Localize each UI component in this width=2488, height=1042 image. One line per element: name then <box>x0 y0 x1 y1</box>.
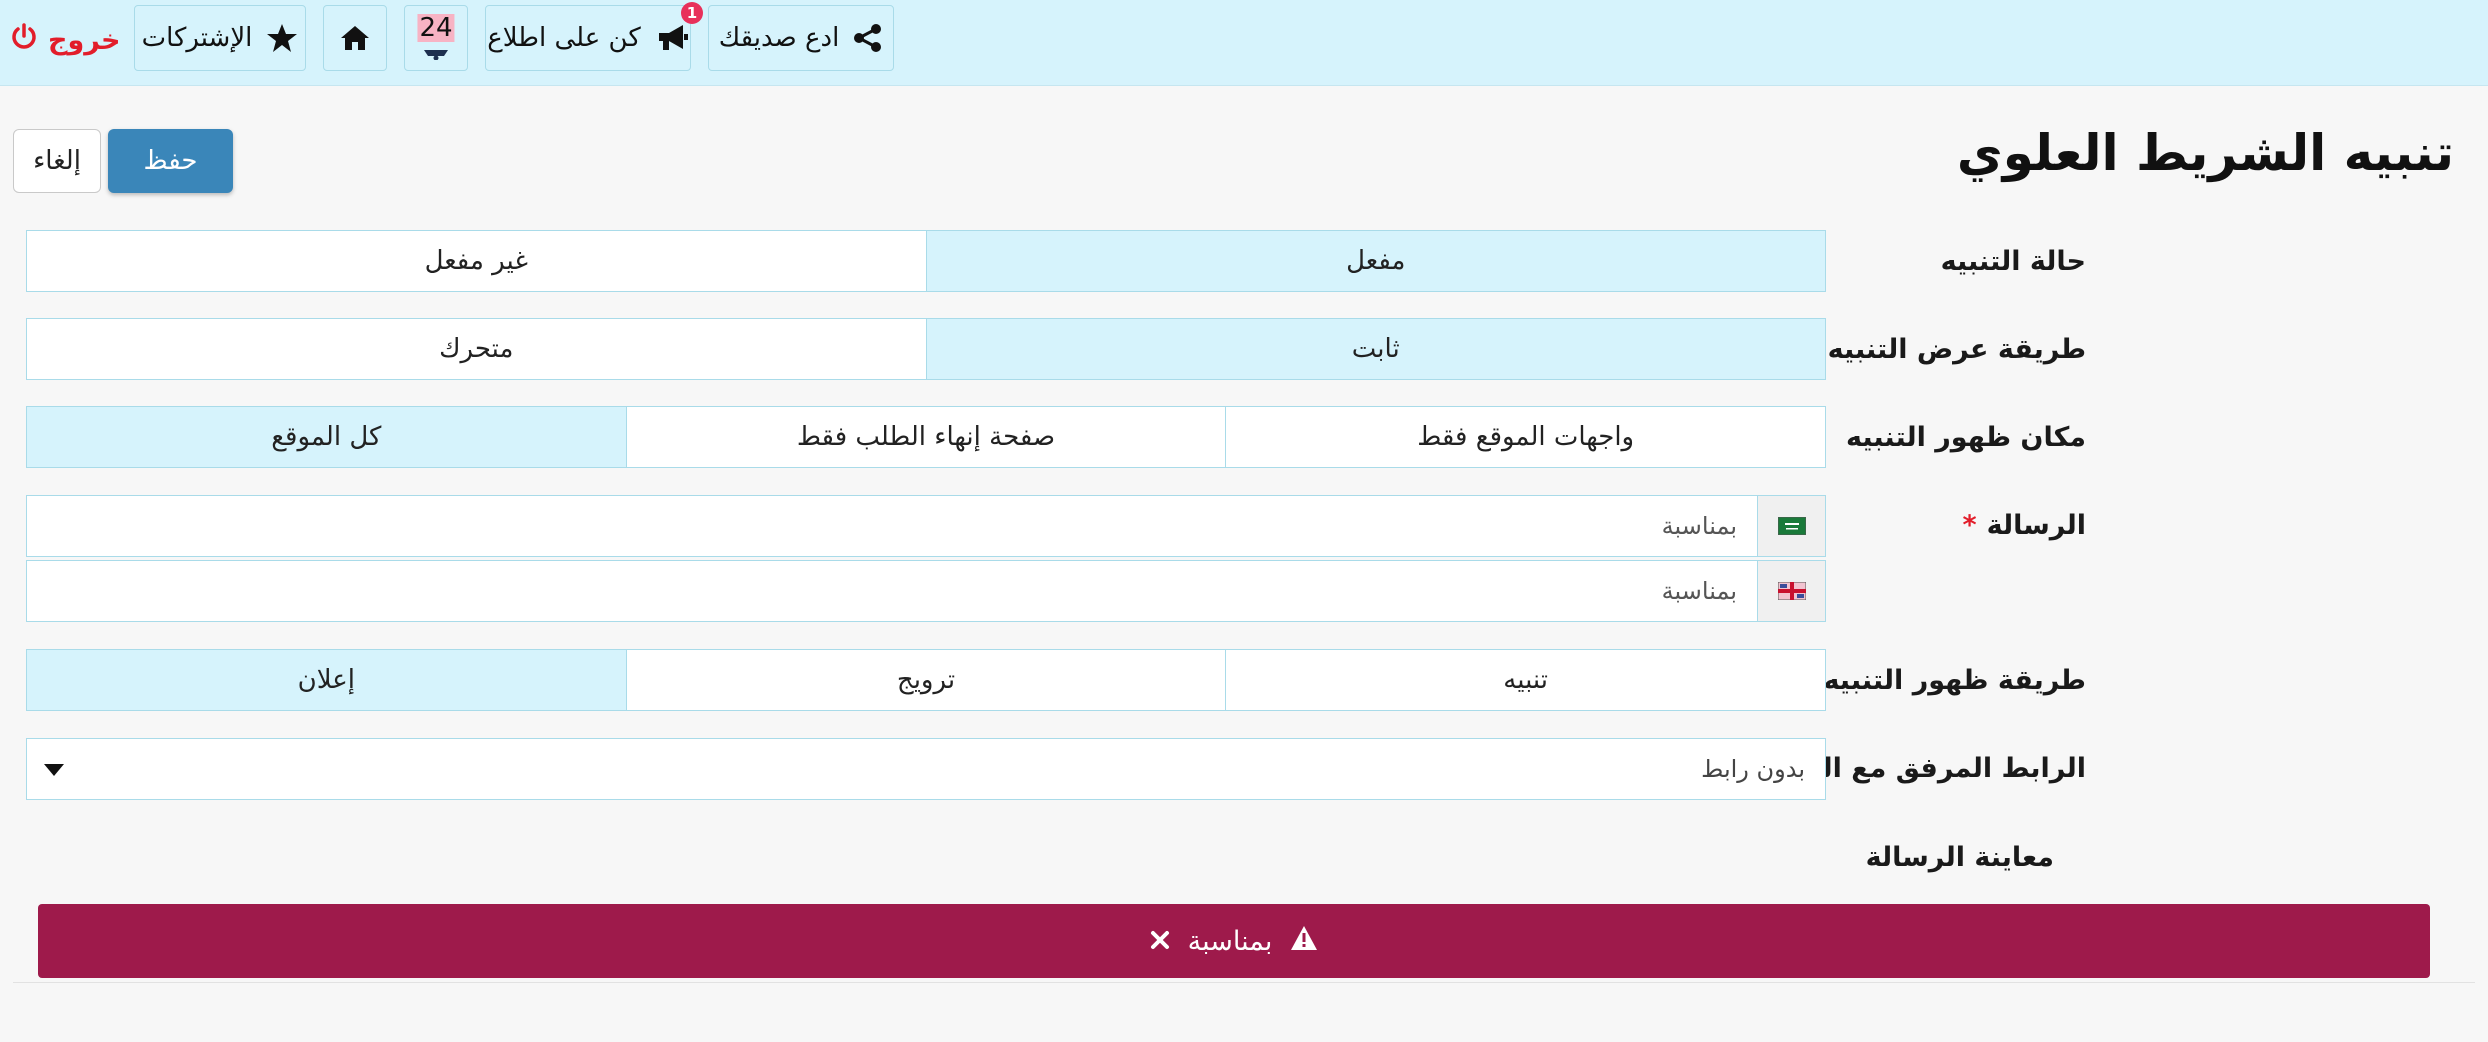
display-method-option-moving[interactable]: متحرك <box>27 319 926 379</box>
subscriptions-button[interactable]: الإشتركات <box>134 5 306 71</box>
bottom-divider <box>13 982 2475 983</box>
logout-button[interactable]: خروج <box>10 10 121 70</box>
message-english-input[interactable] <box>27 561 1757 621</box>
display-method-option-fixed[interactable]: ثابت <box>925 319 1825 379</box>
power-icon <box>10 22 38 58</box>
preview-label: معاينة الرسالة <box>1865 842 2054 873</box>
appearance-toggle: تنبيه ترويج إعلان <box>26 649 1826 711</box>
close-icon[interactable] <box>1150 926 1170 957</box>
placement-option-checkout[interactable]: صفحة إنهاء الطلب فقط <box>625 407 1226 467</box>
appearance-option-promotion[interactable]: ترويج <box>625 650 1226 710</box>
cancel-button[interactable]: إلغاء <box>13 129 101 193</box>
placement-toggle: واجهات الموقع فقط صفحة إنهاء الطلب فقط ك… <box>26 406 1826 468</box>
status-option-enabled[interactable]: مفعل <box>925 231 1825 291</box>
star-icon <box>266 23 298 53</box>
placement-option-storefront[interactable]: واجهات الموقع فقط <box>1225 407 1825 467</box>
warning-icon <box>1290 925 1318 958</box>
appearance-option-ad[interactable]: إعلان <box>26 650 626 710</box>
placement-label: مكان ظهور التنبيه <box>1846 422 2086 453</box>
link-select-value: بدون رابط <box>1701 755 1805 783</box>
saudi-flag-icon <box>1757 496 1825 556</box>
link-select[interactable]: بدون رابط <box>26 738 1826 800</box>
required-mark: * <box>1962 510 1977 541</box>
status-option-disabled[interactable]: غير مفعل <box>27 231 926 291</box>
message-label: الرسالة * <box>1962 506 2086 546</box>
display-method-label: طريقة عرض التنبيه <box>1827 334 2086 365</box>
message-arabic-row <box>26 495 1826 557</box>
stay-informed-button[interactable]: 1 كن على اطلاع <box>485 2 703 71</box>
message-label-text: الرسالة <box>1986 510 2086 541</box>
home-icon <box>340 24 370 52</box>
placement-option-all-site[interactable]: كل الموقع <box>26 407 626 467</box>
status-toggle: مفعل غير مفعل <box>26 230 1826 292</box>
invite-friend-label: ادع صديقك <box>718 23 840 53</box>
appearance-option-alert[interactable]: تنبيه <box>1225 650 1825 710</box>
save-button[interactable]: حفظ <box>108 129 233 193</box>
invite-friend-button[interactable]: ادع صديقك <box>708 5 894 71</box>
status-label: حالة التنبيه <box>1940 246 2086 277</box>
notifications-button[interactable]: 24 <box>404 5 468 71</box>
preview-alert-bar: بمناسبة <box>38 904 2430 978</box>
share-icon <box>853 23 883 53</box>
message-arabic-input[interactable] <box>27 496 1757 556</box>
top-navbar: ادع صديقك 1 كن على اطلاع 24 الإشتركات خر… <box>0 0 2488 86</box>
caret-down-icon <box>43 755 65 783</box>
stay-informed-badge: 1 <box>681 2 703 24</box>
message-english-row <box>26 560 1826 622</box>
page-title: تنبيه الشريط العلوي <box>1956 124 2454 182</box>
uk-flag-icon <box>1757 561 1825 621</box>
home-button[interactable] <box>323 5 387 71</box>
preview-text: بمناسبة <box>1187 925 1273 957</box>
logout-label: خروج <box>48 24 121 56</box>
bell-icon <box>422 46 450 60</box>
display-method-toggle: ثابت متحرك <box>26 318 1826 380</box>
megaphone-icon <box>655 23 689 53</box>
stay-informed-label: كن على اطلاع <box>487 23 641 53</box>
subscriptions-label: الإشتركات <box>141 23 253 53</box>
appearance-label: طريقة ظهور التنبيه <box>1823 665 2086 696</box>
notifications-count: 24 <box>417 13 455 43</box>
